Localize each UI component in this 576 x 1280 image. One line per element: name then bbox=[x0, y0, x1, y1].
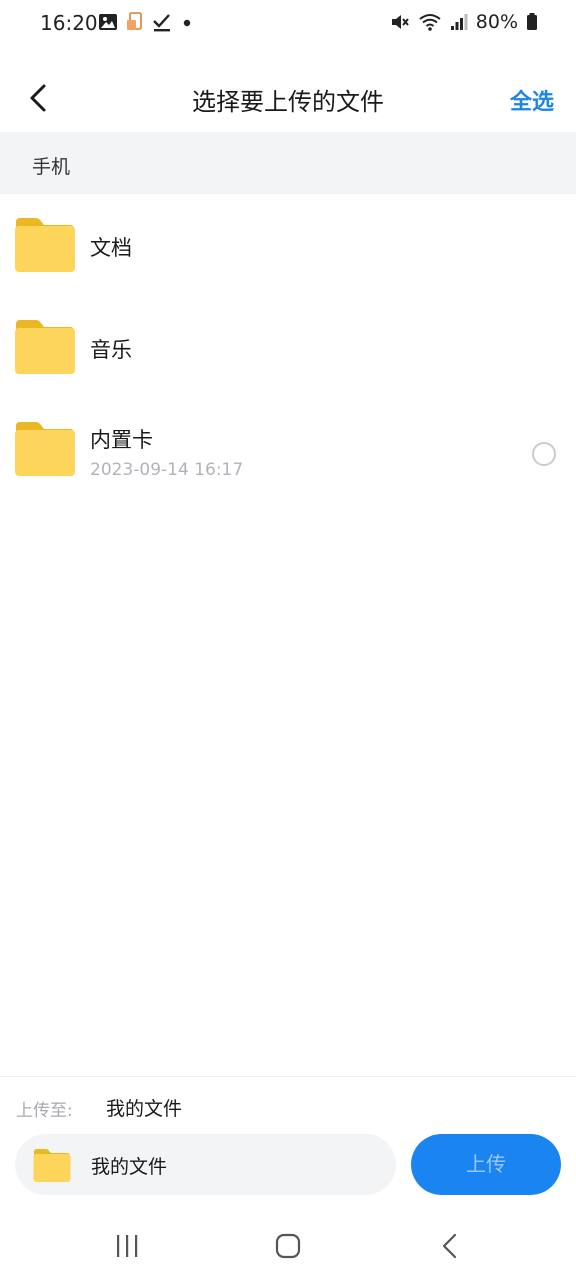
recent-apps-button[interactable] bbox=[107, 1230, 147, 1262]
folder-name: 文档 bbox=[90, 236, 132, 260]
upload-button[interactable]: 上传 bbox=[411, 1134, 561, 1195]
mute-icon bbox=[391, 15, 409, 29]
status-right-group: 80% bbox=[390, 11, 538, 33]
destination-name: 我的文件 bbox=[91, 1156, 168, 1178]
back-nav-button[interactable] bbox=[430, 1230, 470, 1262]
folder-icon bbox=[15, 422, 75, 476]
header: 选择要上传的文件 全选 bbox=[0, 60, 576, 136]
folder-icon bbox=[15, 320, 75, 374]
status-time: 16:20 bbox=[40, 11, 98, 35]
status-notification-icons bbox=[98, 12, 194, 32]
wifi-icon bbox=[419, 14, 441, 31]
folder-icon bbox=[15, 218, 75, 272]
back-nav-icon bbox=[442, 1233, 457, 1259]
section-label: 手机 bbox=[32, 156, 71, 178]
bottom-divider bbox=[0, 1076, 576, 1077]
home-button[interactable] bbox=[268, 1230, 308, 1262]
check-icon bbox=[153, 14, 170, 32]
folder-row-music[interactable]: 音乐 bbox=[0, 296, 576, 398]
folder-row-documents[interactable]: 文档 bbox=[0, 194, 576, 296]
folder-row-internal-card[interactable]: 内置卡 2023-09-14 16:17 bbox=[0, 398, 576, 500]
battery-icon bbox=[527, 13, 537, 30]
folder-name: 音乐 bbox=[90, 338, 132, 362]
signal-icon bbox=[450, 14, 468, 30]
dot-icon bbox=[183, 19, 191, 27]
upload-to-label: 上传至: bbox=[16, 1101, 73, 1121]
battery-percent: 80% bbox=[475, 11, 518, 33]
page-title: 选择要上传的文件 bbox=[192, 88, 384, 116]
folder-icon bbox=[33, 1149, 71, 1182]
app-notification-icon bbox=[127, 12, 142, 30]
status-bar: 16:20 80% bbox=[0, 0, 576, 48]
select-radio[interactable] bbox=[532, 442, 556, 466]
home-icon bbox=[275, 1233, 301, 1259]
system-nav-bar bbox=[0, 1212, 576, 1280]
recent-apps-icon bbox=[117, 1235, 138, 1257]
folder-name: 内置卡 bbox=[90, 428, 153, 452]
select-all-button[interactable]: 全选 bbox=[510, 84, 554, 116]
folder-date: 2023-09-14 16:17 bbox=[90, 460, 244, 480]
image-icon bbox=[99, 14, 117, 30]
section-header: 手机 bbox=[0, 132, 576, 194]
upload-to-value: 我的文件 bbox=[106, 1098, 183, 1120]
destination-picker[interactable]: 我的文件 bbox=[15, 1134, 396, 1195]
